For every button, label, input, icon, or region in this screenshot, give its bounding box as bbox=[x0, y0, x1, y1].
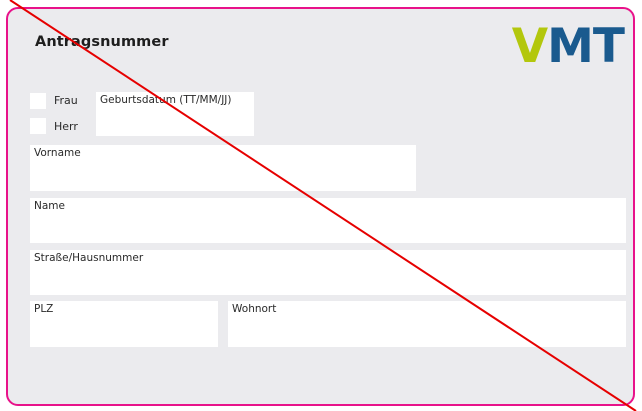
city-label: Wohnort bbox=[232, 303, 277, 315]
firstname-field[interactable]: Vorname bbox=[30, 145, 416, 191]
name-label: Name bbox=[34, 200, 65, 212]
birthdate-field[interactable]: Geburtsdatum (TT/MM/JJ) bbox=[96, 92, 254, 136]
logo-mt: MT bbox=[547, 19, 625, 74]
city-field[interactable]: Wohnort bbox=[228, 301, 626, 347]
frau-label: Frau bbox=[54, 94, 78, 107]
name-field[interactable]: Name bbox=[30, 198, 626, 243]
logo-v: V bbox=[511, 19, 548, 74]
zip-label: PLZ bbox=[34, 303, 54, 315]
herr-label: Herr bbox=[54, 120, 78, 133]
frau-checkbox[interactable] bbox=[30, 93, 46, 109]
application-card: Antragsnummer VMT Frau Herr Geburtsdatum… bbox=[6, 7, 635, 406]
application-number-label: Antragsnummer bbox=[35, 34, 169, 50]
street-field[interactable]: Straße/Hausnummer bbox=[30, 250, 626, 295]
street-label: Straße/Hausnummer bbox=[34, 252, 144, 264]
herr-checkbox[interactable] bbox=[30, 118, 46, 134]
birthdate-label: Geburtsdatum (TT/MM/JJ) bbox=[100, 94, 232, 106]
firstname-label: Vorname bbox=[34, 147, 81, 159]
vmt-logo: VMT bbox=[512, 23, 625, 70]
zip-field[interactable]: PLZ bbox=[30, 301, 218, 347]
